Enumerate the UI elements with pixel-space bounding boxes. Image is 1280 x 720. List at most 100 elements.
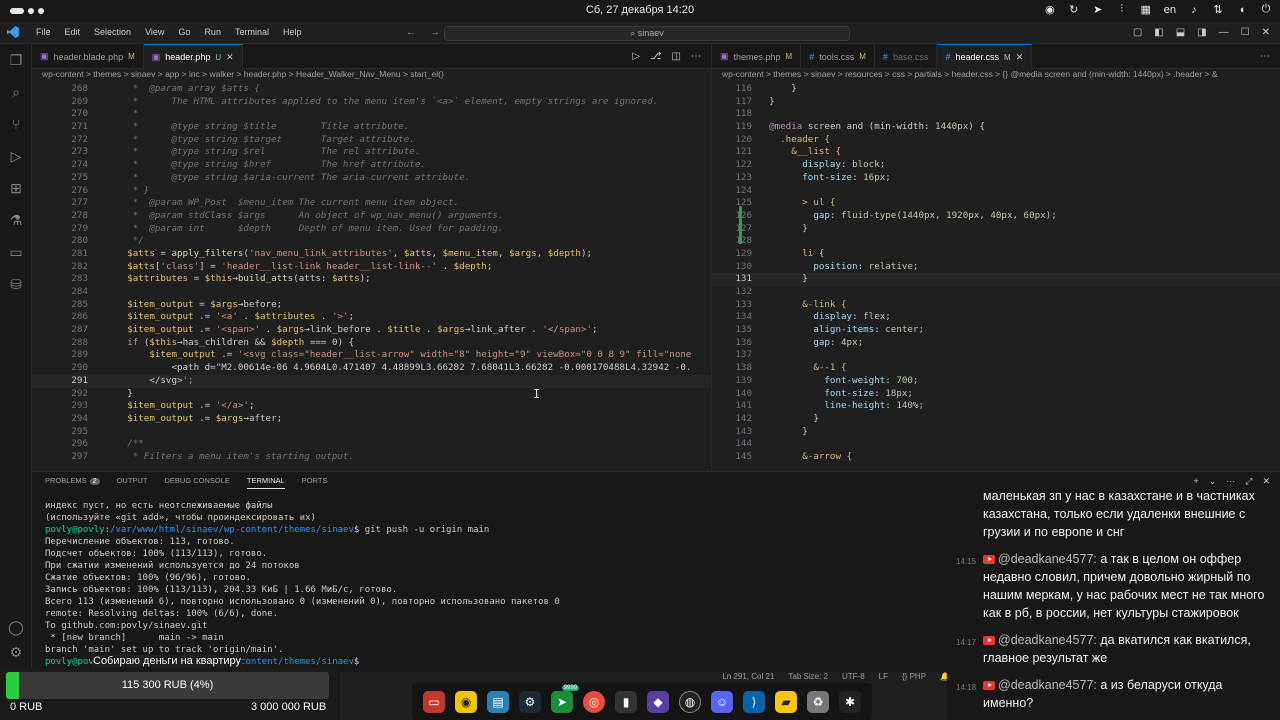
trash-icon[interactable]: ♻ xyxy=(807,690,829,713)
code-line[interactable]: 285 $item_output = $args→before; xyxy=(32,299,711,312)
close-tab-icon[interactable]: ✕ xyxy=(226,52,234,63)
code-line[interactable]: 142 } xyxy=(712,413,1280,426)
command-center-search[interactable]: ⌕ sinaev xyxy=(444,26,850,41)
code-line[interactable]: 138 &--1 { xyxy=(712,362,1280,375)
code-line[interactable]: 119 @media screen and (min-width: 1440px… xyxy=(712,121,1280,134)
code-line[interactable]: 137 xyxy=(712,349,1280,362)
code-line[interactable]: 135 align-items: center; xyxy=(712,324,1280,337)
account-icon[interactable]: ◯ xyxy=(8,619,24,635)
encoding[interactable]: UTF-8 xyxy=(842,672,865,681)
more-actions-icon[interactable]: ⋯ xyxy=(691,51,701,62)
code-line[interactable]: 269 * The HTML attributes applied to the… xyxy=(32,96,711,109)
code-line[interactable]: 295 xyxy=(32,426,711,439)
code-line[interactable]: 118 xyxy=(712,108,1280,121)
obs-icon[interactable]: ◉ xyxy=(1044,3,1056,16)
code-line[interactable]: 276 * } xyxy=(32,185,711,198)
code-line[interactable]: 120 .header { xyxy=(712,134,1280,147)
vscode-icon[interactable]: ⟩ xyxy=(743,690,765,713)
code-line[interactable]: 145 &-arrow { xyxy=(712,451,1280,464)
code-line[interactable]: 274 * @type string $href The href attrib… xyxy=(32,159,711,172)
tab-tools-css[interactable]: # tools.css M xyxy=(801,44,875,69)
cursor-position[interactable]: Ln 291, Col 21 xyxy=(722,672,774,681)
code-line[interactable]: 268 * @param array $atts { xyxy=(32,83,711,96)
close-tab-icon[interactable]: ✕ xyxy=(1016,52,1024,63)
code-line[interactable]: 288 if ($this→has_children && $depth ===… xyxy=(32,337,711,350)
terminal-dropdown-icon[interactable]: ⌄ xyxy=(1209,476,1217,487)
search-icon[interactable]: ⌕ xyxy=(8,84,24,100)
tab-terminal[interactable]: TERMINAL xyxy=(246,476,285,489)
code-line[interactable]: 123 font-size: 16px; xyxy=(712,172,1280,185)
code-line[interactable]: 282 $atts['class'] = 'header__list-link … xyxy=(32,261,711,274)
code-line[interactable]: 127 } xyxy=(712,223,1280,236)
tab-output[interactable]: OUTPUT xyxy=(117,476,148,489)
code-line[interactable]: 275 * @type string $aria-current The ari… xyxy=(32,172,711,185)
menu-run[interactable]: Run xyxy=(197,27,228,37)
panel-toggle-icon[interactable]: ⬓ xyxy=(1176,27,1185,38)
code-line[interactable]: 131 } xyxy=(712,273,1280,286)
remote-explorer-icon[interactable]: ▭ xyxy=(8,244,24,260)
code-line[interactable]: 286 $item_output .= '<a' . $attributes .… xyxy=(32,311,711,324)
run-icon[interactable]: ▷ xyxy=(632,51,640,62)
code-line[interactable]: 281 $atts = apply_filters('nav_menu_link… xyxy=(32,248,711,261)
code-line[interactable]: 278 * @param stdClass $args An object of… xyxy=(32,210,711,223)
code-line[interactable]: 133 &-link { xyxy=(712,299,1280,312)
code-line[interactable]: 292 } xyxy=(32,388,711,401)
code-line[interactable]: 270 * xyxy=(32,108,711,121)
code-line[interactable]: 139 font-weight: 700; xyxy=(712,375,1280,388)
terminal-icon[interactable]: ▮ xyxy=(615,690,637,713)
manage-gear-icon[interactable]: ⚙ xyxy=(8,644,24,660)
code-line[interactable]: 121 &__list { xyxy=(712,146,1280,159)
code-line[interactable]: 141 line-height: 140%; xyxy=(712,400,1280,413)
code-line[interactable]: 272 * @type string $target Target attrib… xyxy=(32,134,711,147)
code-line[interactable]: 293 $item_output .= '</a>'; xyxy=(32,400,711,413)
code-line[interactable]: 290 <path d="M2.00614e-06 4.9604L0.47140… xyxy=(32,362,711,375)
obs-icon[interactable]: ◍ xyxy=(679,690,701,713)
code-line[interactable]: 283 $attributes = $this→build_atts(atts:… xyxy=(32,273,711,286)
language-indicator[interactable]: en xyxy=(1164,4,1176,16)
tor-browser-icon[interactable]: ◆ xyxy=(647,690,669,713)
menu-selection[interactable]: Selection xyxy=(87,27,138,37)
sidebar-toggle-icon[interactable]: ◧ xyxy=(1154,27,1163,38)
maximize-icon[interactable]: ☐ xyxy=(1241,27,1250,38)
breadcrumb-left[interactable]: wp-content > themes > sinaev > app > inc… xyxy=(42,69,711,83)
code-line[interactable]: 140 font-size: 18px; xyxy=(712,388,1280,401)
code-line[interactable]: 144 xyxy=(712,438,1280,451)
code-line[interactable]: 136 gap: 4px; xyxy=(712,337,1280,350)
settings-icon[interactable]: ✱ xyxy=(839,690,861,713)
code-line[interactable]: 297 * Filters a menu item's starting out… xyxy=(32,451,711,464)
close-panel-icon[interactable]: ✕ xyxy=(1262,476,1270,487)
code-line[interactable]: 143 } xyxy=(712,426,1280,439)
tab-header-blade-php[interactable]: ▣ header.blade.php M xyxy=(32,44,144,69)
code-line[interactable]: 291 </svg>'; xyxy=(32,374,711,388)
code-line[interactable]: 287 $item_output .= '<span>' . $args→lin… xyxy=(32,324,711,337)
tab-ports[interactable]: PORTS xyxy=(302,476,328,489)
tab-header-css[interactable]: # header.css M ✕ xyxy=(937,44,1033,69)
code-line[interactable]: 279 * @param int $depth Depth of menu it… xyxy=(32,223,711,236)
code-line[interactable]: 271 * @type string $title Title attribut… xyxy=(32,121,711,134)
new-terminal-icon[interactable]: + xyxy=(1193,476,1198,487)
tab-problems[interactable]: PROBLEMS 2 xyxy=(45,476,100,489)
editor-split-divider[interactable] xyxy=(711,44,712,469)
terminal-output[interactable]: индекс пуст, но есть неотслеживаемые фай… xyxy=(45,500,945,668)
telegram-icon[interactable]: ➤ xyxy=(1092,3,1104,16)
code-line[interactable]: 126 gap: fluid-type(1440px, 1920px, 40px… xyxy=(712,210,1280,223)
menu-file[interactable]: File xyxy=(29,27,58,37)
steam-icon[interactable]: ⚙ xyxy=(519,690,541,713)
folder-icon[interactable]: ▭ xyxy=(423,690,445,713)
maximize-panel-icon[interactable]: ⤢ xyxy=(1245,476,1252,487)
code-editor-left[interactable]: 268 * @param array $atts {269 * The HTML… xyxy=(32,83,711,468)
layout-icon[interactable]: ▢ xyxy=(1133,27,1142,38)
sync-icon[interactable]: ↻ xyxy=(1068,3,1080,16)
tab-base-css[interactable]: # base.css xyxy=(875,44,938,69)
telegram-desktop-icon[interactable]: ➤ 9999 xyxy=(551,684,579,713)
menu-go[interactable]: Go xyxy=(171,27,197,37)
extensions-icon[interactable]: ⊞ xyxy=(8,180,24,196)
code-line[interactable]: 130 position: relative; xyxy=(712,261,1280,274)
language-mode[interactable]: {} PHP xyxy=(902,672,926,681)
grid-icon[interactable]: ▦ xyxy=(1140,3,1152,16)
code-line[interactable]: 294 $item_output .= $args→after; xyxy=(32,413,711,426)
more-actions-icon[interactable]: ⋯ xyxy=(1226,476,1235,487)
code-line[interactable]: 132 xyxy=(712,286,1280,299)
testing-icon[interactable]: ⚗ xyxy=(8,212,24,228)
menu-view[interactable]: View xyxy=(138,27,171,37)
